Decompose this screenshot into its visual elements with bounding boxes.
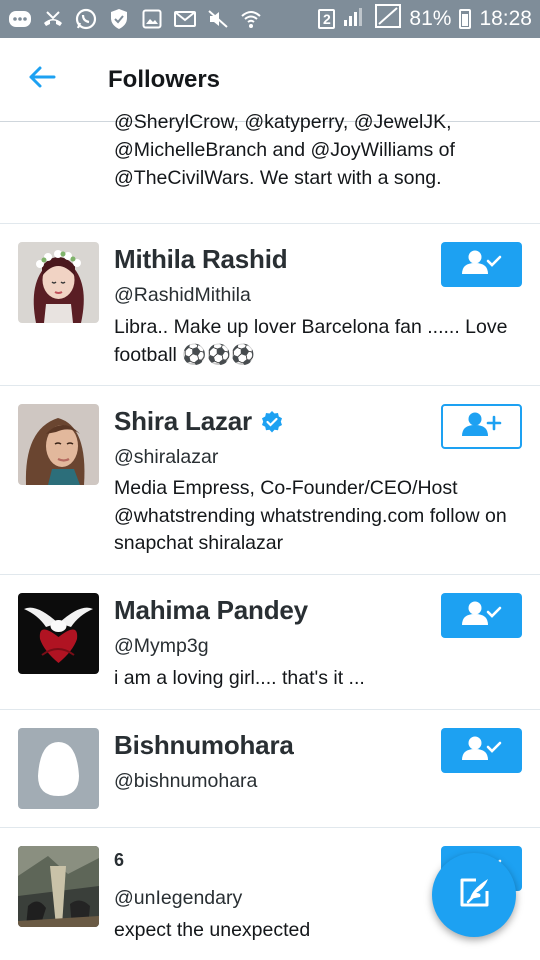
follower-bio: Libra.. Make up lover Barcelona fan ....… (114, 316, 508, 366)
follower-bio: i am a loving girl.... that's it ... (114, 667, 365, 689)
no-signal-icon (375, 4, 402, 34)
sim-indicator: 2 (318, 9, 336, 29)
gallery-icon (140, 9, 164, 29)
follower-name: Mahima Pandey (114, 595, 308, 625)
avatar[interactable] (18, 593, 99, 674)
follower-name: Mithila Rashid (114, 244, 288, 274)
mail-icon (173, 9, 197, 29)
follower-row[interactable]: Shira Lazar @shiralazar Media Empress, C… (0, 386, 540, 575)
message-bubble-icon (8, 9, 32, 29)
list-item-partial[interactable]: @SherylCrow, @katyperry, @JewelJK, @Mich… (0, 111, 540, 224)
person-check-icon (461, 600, 503, 631)
compose-tweet-icon (456, 875, 492, 916)
wifi-icon (239, 9, 263, 29)
follower-row[interactable]: Bishnumohara @bishnumohara (0, 710, 540, 828)
avatar[interactable] (18, 846, 99, 927)
verified-badge-icon (260, 410, 284, 434)
person-check-icon (461, 735, 503, 766)
clock-time: 18:28 (479, 7, 532, 30)
follow-button[interactable] (441, 404, 522, 449)
missed-call-icon (41, 9, 65, 29)
avatar[interactable] (18, 242, 99, 323)
signal-icon (343, 5, 367, 33)
following-button[interactable] (441, 593, 522, 638)
follower-name: 6 (114, 850, 124, 870)
follower-handle: @unIegendary (114, 887, 243, 909)
back-button[interactable] (12, 50, 72, 110)
status-bar: 2 81% 18:28 (0, 0, 540, 38)
whatsapp-icon (74, 8, 98, 30)
compose-tweet-button[interactable] (432, 853, 516, 937)
avatar[interactable] (18, 404, 99, 485)
follower-name: Shira Lazar (114, 406, 252, 436)
page-title: Followers (108, 65, 221, 93)
default-avatar-egg[interactable] (18, 728, 99, 809)
battery-icon (459, 9, 472, 29)
follower-handle: @shiralazar (114, 446, 219, 468)
notification-icons (8, 8, 263, 30)
arrow-left-icon (28, 65, 56, 94)
following-button[interactable] (441, 242, 522, 287)
follower-row[interactable]: Mithila Rashid @RashidMithila Libra.. Ma… (0, 224, 540, 386)
shield-icon (107, 9, 131, 29)
following-button[interactable] (441, 728, 522, 773)
follower-row[interactable]: Mahima Pandey @Mymp3g i am a loving girl… (0, 575, 540, 710)
follower-bio: Media Empress, Co-Founder/CEO/Host @what… (114, 477, 507, 554)
follower-handle: @Mymp3g (114, 635, 209, 657)
follower-name: Bishnumohara (114, 730, 294, 760)
partial-bio: @SherylCrow, @katyperry, @JewelJK, @Mich… (114, 111, 455, 189)
mute-icon (206, 9, 230, 29)
followers-list: @SherylCrow, @katyperry, @JewelJK, @Mich… (0, 111, 540, 960)
follower-handle: @bishnumohara (114, 770, 258, 792)
follower-handle: @RashidMithila (114, 284, 251, 306)
person-check-icon (461, 249, 503, 280)
person-add-icon (461, 411, 503, 442)
battery-percent: 81% (409, 7, 452, 30)
